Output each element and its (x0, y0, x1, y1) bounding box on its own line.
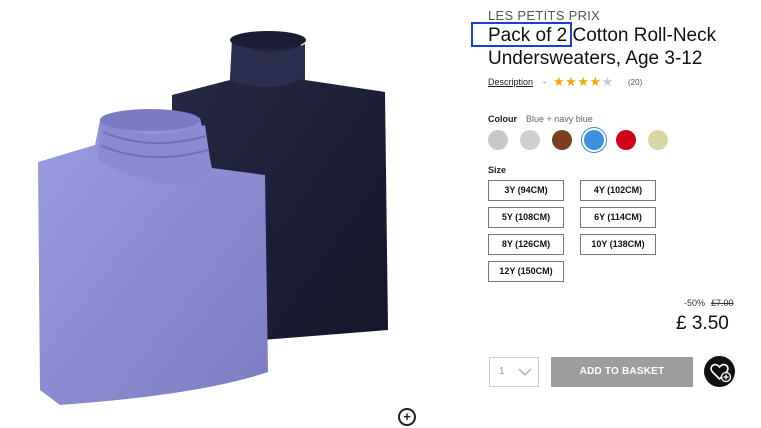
swatch-brown[interactable] (552, 130, 572, 150)
description-link[interactable]: Description (488, 77, 533, 87)
colour-label: Colour (488, 114, 517, 124)
size-option-10y[interactable]: 10Y (138CM) (580, 234, 656, 255)
zoom-plus-icon[interactable]: + (398, 408, 416, 426)
heart-plus-icon (710, 363, 732, 383)
swatch-red[interactable] (616, 130, 636, 150)
size-option-8y[interactable]: 8Y (126CM) (488, 234, 564, 255)
rating-stars[interactable]: ★★★★★ (553, 74, 614, 90)
current-price: £ 3.50 (676, 313, 729, 334)
rating-count[interactable]: (20) (628, 78, 642, 87)
size-option-12y[interactable]: 12Y (150CM) (488, 261, 564, 282)
quantity-value: 1 (499, 366, 505, 377)
star-icon: ★ (565, 74, 578, 89)
old-price: £7.00 (711, 298, 734, 308)
star-icon: ★ (589, 74, 602, 89)
product-image[interactable] (0, 0, 450, 423)
size-label: Size (488, 165, 507, 175)
separator: - (543, 77, 546, 87)
wishlist-button[interactable] (704, 356, 735, 387)
sweaters-illustration (38, 31, 388, 405)
chevron-down-icon (518, 368, 532, 376)
star-icon: ★ (577, 74, 590, 89)
swatch-blue[interactable] (584, 130, 604, 150)
swatch-light-grey[interactable] (488, 130, 508, 150)
star-icon: ★ (553, 74, 566, 89)
swatch-grey[interactable] (520, 130, 540, 150)
discount-badge: -50% (684, 298, 706, 308)
highlight-box (471, 22, 572, 47)
colour-selected-value: Blue + navy blue (526, 114, 593, 124)
brand-name[interactable]: LES PETITS PRIX (488, 8, 600, 23)
swatch-beige[interactable] (648, 130, 668, 150)
star-half-icon: ★ (601, 74, 614, 89)
size-option-6y[interactable]: 6Y (114CM) (580, 207, 656, 228)
size-option-5y[interactable]: 5Y (108CM) (488, 207, 564, 228)
add-to-basket-button[interactable]: ADD TO BASKET (551, 357, 693, 387)
size-option-3y[interactable]: 3Y (94CM) (488, 180, 564, 201)
size-option-4y[interactable]: 4Y (102CM) (580, 180, 656, 201)
